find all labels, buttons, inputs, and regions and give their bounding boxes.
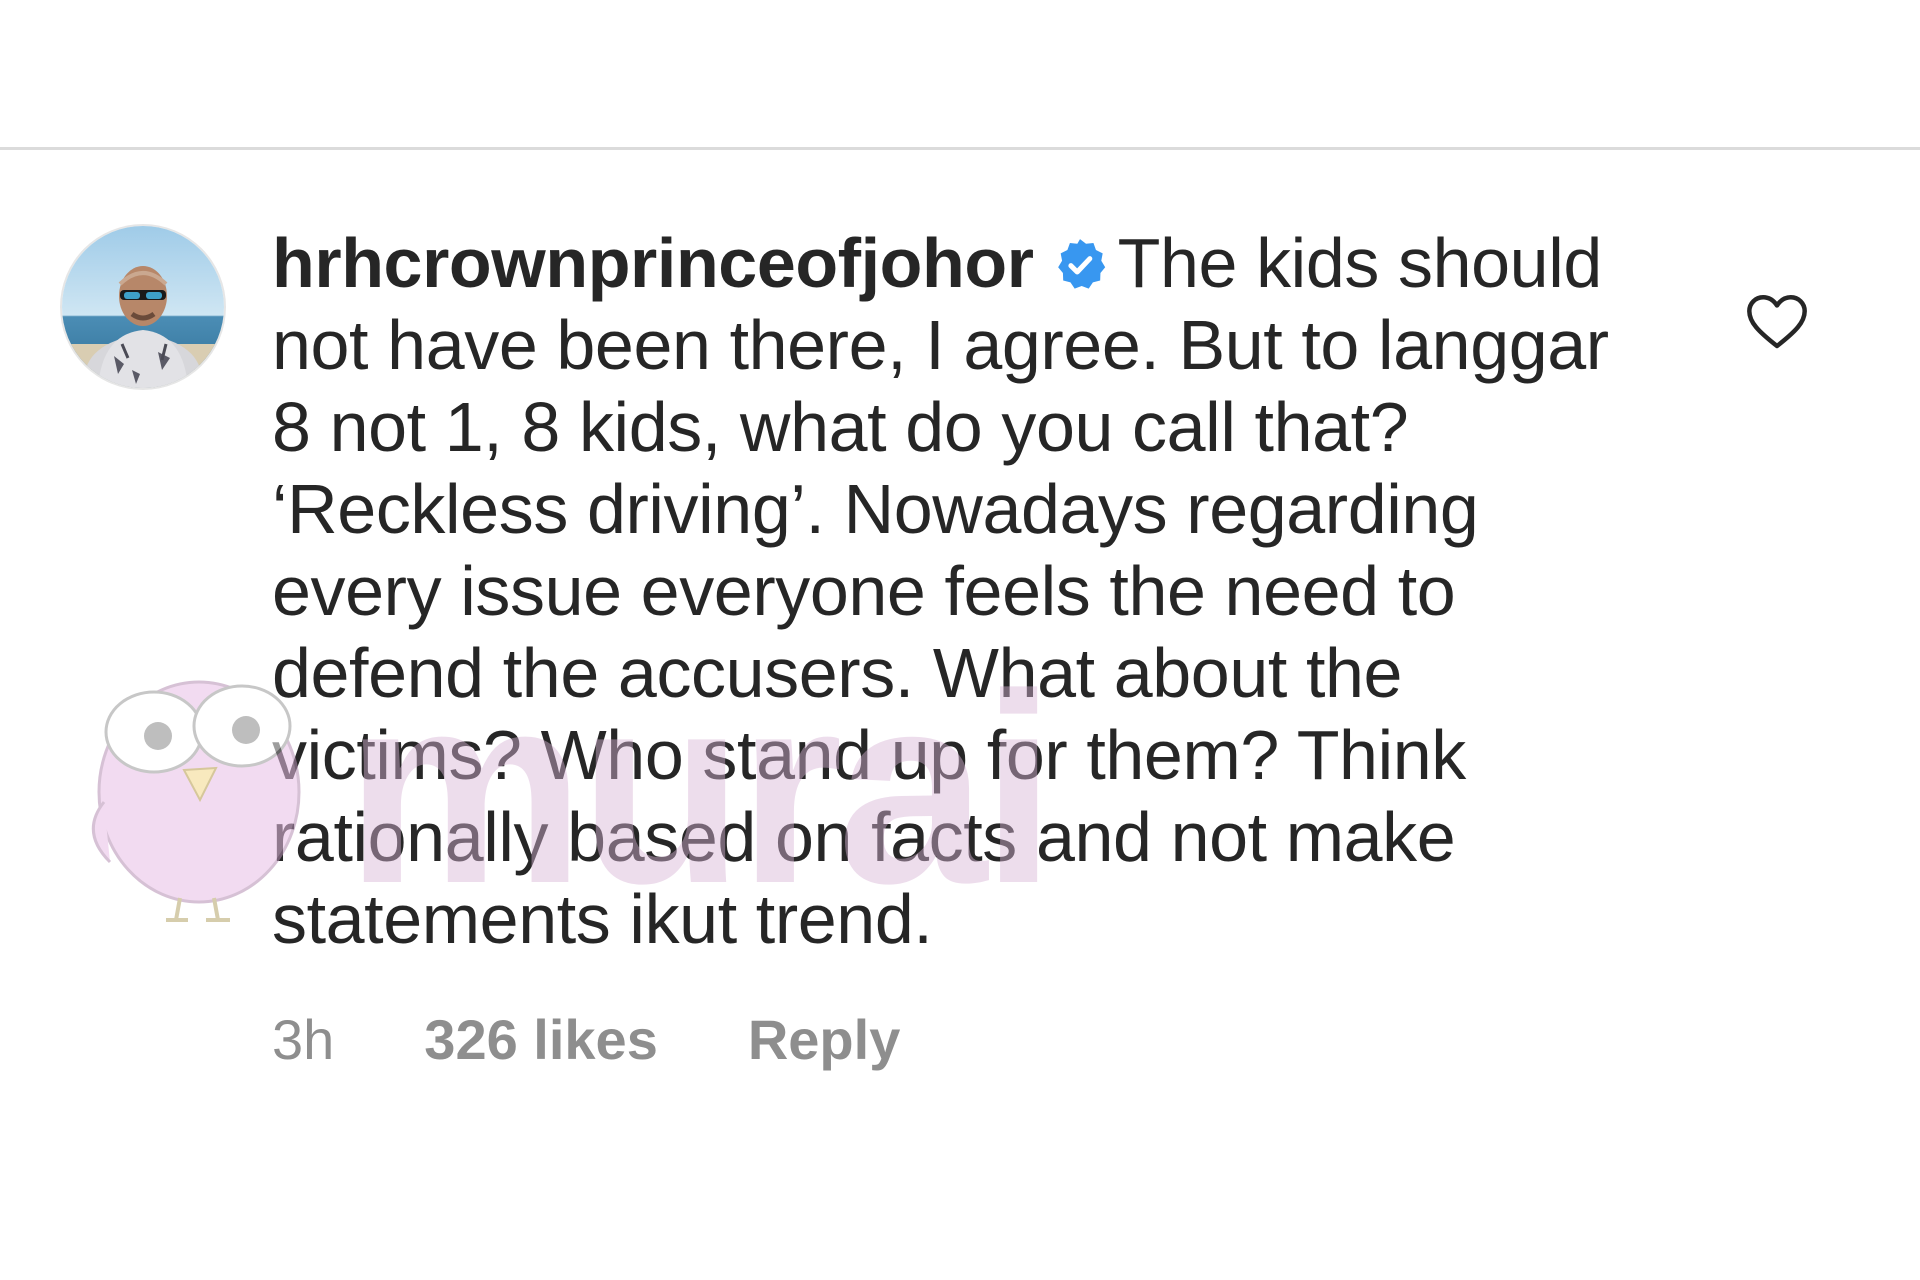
heart-outline-icon[interactable] <box>1745 292 1809 350</box>
verified-badge-icon <box>1052 237 1108 293</box>
avatar-photo <box>62 226 224 388</box>
comment-body: hrhcrownprinceofjohor The kids should not… <box>272 222 1632 960</box>
watermark-bird-logo <box>84 672 324 932</box>
top-divider <box>0 147 1920 150</box>
comment-likes-count[interactable]: 326 likes <box>424 1007 658 1072</box>
avatar[interactable] <box>62 226 224 388</box>
comment-username[interactable]: hrhcrownprinceofjohor <box>272 224 1034 302</box>
comment-timestamp: 3h <box>272 1007 335 1071</box>
reply-button[interactable]: Reply <box>748 1007 901 1072</box>
comment-text: The kids should not have been there, I a… <box>272 224 1609 958</box>
comment-meta-row: 3h 326 likes Reply <box>272 1004 900 1074</box>
